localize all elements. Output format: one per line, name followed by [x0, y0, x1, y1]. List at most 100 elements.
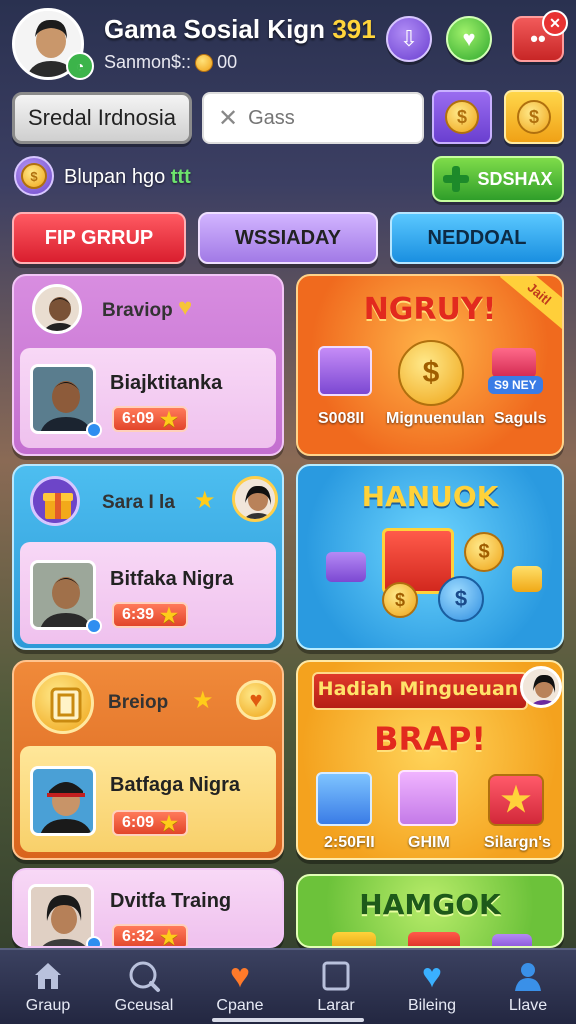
promo-card-hamgok[interactable]: HAMGOK [296, 874, 564, 948]
star-icon: ★ [160, 812, 178, 835]
coin-shop-button[interactable]: $ [432, 90, 492, 144]
avatar [232, 476, 278, 522]
group-card[interactable]: Sara I la ★ Bitfaka Nigra 6:39 ★ [12, 464, 284, 650]
member-name: Batfaga Nigra [110, 774, 241, 796]
safe-icon [316, 772, 372, 826]
member-photo [30, 364, 96, 434]
tab-neddoal[interactable]: NEDDOAL [390, 212, 564, 264]
member-photo [30, 766, 96, 836]
promo-title: NGRUY! [363, 292, 497, 327]
gift-icon [332, 932, 376, 946]
coin-icon: $ [398, 340, 464, 406]
tab-wssiaday[interactable]: WSSIADAY [198, 212, 378, 264]
coin-status-icon: $ [14, 156, 54, 196]
bag-icon [318, 346, 372, 396]
promo-label: GHIM [408, 834, 450, 851]
promo-title: HAMGOK [359, 888, 501, 921]
gift-icon [398, 770, 458, 826]
nav-item-cpane[interactable]: ♥ Cpane [192, 950, 288, 1024]
member-row[interactable]: Biajktitanka 6:09 ★ [20, 348, 276, 448]
price-badge: 6:39 ★ [112, 602, 188, 628]
nav-item-graup[interactable]: Graup [0, 950, 96, 1024]
group-card[interactable]: Breiop ★ ♥ Batfaga Nigra 6:09 ★ [12, 660, 284, 860]
heart-icon[interactable]: ♥ [178, 294, 192, 322]
coin-icon: $ [517, 100, 551, 134]
avatar [520, 666, 562, 708]
price-badge: 6:09 ★ [112, 810, 188, 836]
star-icon: ★ [194, 487, 216, 514]
coin-icon: $ [445, 100, 479, 134]
group-name: Breiop [108, 692, 169, 713]
home-icon [31, 959, 65, 993]
verified-icon [86, 618, 102, 634]
promo-label: Mignuenulan [386, 410, 485, 427]
star-icon: ★ [488, 774, 544, 826]
nav-item-bileing[interactable]: ♥ Bileing [384, 950, 480, 1024]
page-title: Gama Sosial Kign 391 [104, 14, 376, 44]
member-name: Bitfaka Nigra [110, 568, 234, 590]
plus-icon [443, 166, 470, 192]
promo-label: Silargn's [484, 834, 551, 851]
clear-icon[interactable]: ✕ [218, 104, 238, 133]
verified-icon [86, 422, 102, 438]
star-icon: ★ [160, 408, 178, 431]
gift-icon [492, 934, 532, 946]
member-photo [30, 560, 96, 630]
nav-item-llave[interactable]: Llave [480, 950, 576, 1024]
coin-icon: $ [464, 532, 504, 572]
coin-icon [195, 53, 214, 72]
verified-icon [86, 936, 102, 946]
nav-item-larar[interactable]: Larar [288, 950, 384, 1024]
avatar [32, 284, 82, 334]
badge-icon [32, 672, 94, 734]
price-badge: 6:32 ★ [112, 924, 188, 948]
group-card[interactable]: Braviop ♥ Biajktitanka 6:09 ★ [12, 274, 284, 456]
coin-wallet-button[interactable]: $ [504, 90, 564, 144]
status-text: Blupan hgo ttt [64, 166, 191, 188]
profile-icon [511, 959, 545, 993]
star-icon: ★ [192, 687, 214, 714]
price-badge: 6:09 ★ [112, 406, 188, 432]
nav-item-gceusal[interactable]: Gceusal [96, 950, 192, 1024]
promo-label: 2:50FII [324, 834, 375, 851]
group-card[interactable]: Dvitfa Traing 6:32 ★ [12, 868, 284, 948]
square-icon [319, 959, 353, 993]
gift-icon [492, 348, 536, 378]
group-name: Braviop [102, 300, 173, 321]
promo-title: BRAP! [374, 720, 486, 758]
search-field[interactable]: ✕ [202, 92, 424, 144]
add-action-button[interactable]: SDSHAX [432, 156, 564, 202]
gem-icon [512, 566, 542, 592]
promo-title: HANUOK [361, 480, 499, 513]
promo-label: S008II [318, 410, 365, 427]
favorite-heart-button[interactable]: ♥ [446, 16, 492, 62]
member-row[interactable]: Bitfaka Nigra 6:39 ★ [20, 542, 276, 644]
tab-fip-grrup[interactable]: FIP GRRUP [12, 212, 186, 264]
close-icon[interactable]: ✕ [542, 10, 568, 36]
search-icon [127, 959, 161, 993]
heart-icon: ♥ [229, 956, 251, 995]
score-badge: S9 NEY [488, 376, 543, 394]
member-photo [28, 884, 94, 946]
download-button[interactable]: ⇩ [386, 16, 432, 62]
star-icon: ★ [160, 926, 178, 948]
group-name: Sara I la [102, 492, 175, 513]
coin-icon: $ [382, 582, 418, 618]
home-indicator[interactable] [212, 1018, 364, 1022]
heart-button[interactable]: ♥ [236, 680, 276, 720]
member-name: Biajktitanka [110, 372, 223, 394]
promo-label: Saguls [494, 410, 547, 427]
region-button[interactable]: Sredal Irdnosia [12, 92, 192, 144]
member-name: Dvitfa Traing [110, 890, 232, 912]
promo-card-hadiah[interactable]: Hadiah Mingueuan BRAP! ★ 2:50FII GHIM Si… [296, 660, 564, 860]
search-input[interactable] [248, 106, 409, 130]
member-row[interactable]: Batfaga Nigra 6:09 ★ [20, 746, 276, 852]
star-icon: ★ [160, 604, 178, 627]
chat-badge-icon: ◔ [66, 52, 94, 80]
coin-icon: $ [438, 576, 484, 622]
bottom-navigation: Graup Gceusal ♥ Cpane Larar ♥ Bileing Ll… [0, 948, 576, 1024]
user-subtitle: Sanmon$:: 00 [104, 52, 238, 72]
promo-card-ngruy[interactable]: NGRUY! Jaitl $ S9 NEY S008II Mignuenulan… [296, 274, 564, 456]
gift-icon [408, 932, 460, 946]
promo-card-hanuok[interactable]: HANUOK $ $ $ [296, 464, 564, 650]
